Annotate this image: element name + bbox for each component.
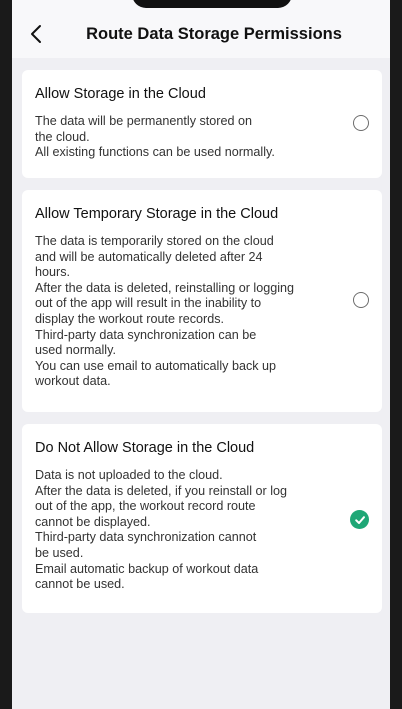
radio-unchecked[interactable] bbox=[353, 292, 369, 308]
description-line: After the data is deleted, reinstalling … bbox=[35, 280, 295, 295]
description-line: All existing functions can be used norma… bbox=[35, 145, 275, 160]
option-description: The data will be permanently stored on t… bbox=[35, 114, 315, 161]
description-line: and will be automatically deleted after … bbox=[35, 249, 263, 264]
description-line: workout data. bbox=[35, 374, 111, 389]
option-title: Allow Temporary Storage in the Cloud bbox=[35, 206, 279, 222]
option-do-not-allow-storage[interactable]: Do Not Allow Storage in the Cloud Data i… bbox=[22, 424, 382, 613]
page-title: Route Data Storage Permissions bbox=[86, 25, 342, 43]
device-notch bbox=[132, 0, 292, 8]
description-line: cannot be displayed. bbox=[35, 514, 151, 529]
description-line: After the data is deleted, if you reinst… bbox=[35, 483, 288, 498]
description-line: You can use email to automatically back … bbox=[35, 358, 277, 373]
check-icon bbox=[354, 515, 365, 524]
option-description: The data is temporarily stored on the cl… bbox=[35, 234, 315, 390]
description-line: out of the app will result in the inabil… bbox=[35, 296, 262, 311]
description-line: cannot be used. bbox=[35, 577, 125, 592]
description-line: Data is not uploaded to the cloud. bbox=[35, 468, 223, 482]
description-line: out of the app, the workout record route bbox=[35, 499, 256, 514]
radio-unchecked[interactable] bbox=[353, 115, 369, 131]
description-line: Email automatic backup of workout data bbox=[35, 561, 259, 576]
description-line: The data is temporarily stored on the cl… bbox=[35, 234, 274, 248]
option-allow-temporary-storage[interactable]: Allow Temporary Storage in the Cloud The… bbox=[22, 190, 382, 412]
description-line: display the workout route records. bbox=[35, 311, 224, 326]
description-line: The data will be permanently stored on bbox=[35, 114, 253, 128]
option-title: Allow Storage in the Cloud bbox=[35, 86, 206, 102]
description-line: hours. bbox=[35, 265, 71, 280]
option-description: Data is not uploaded to the cloud. After… bbox=[35, 468, 315, 593]
screen: Route Data Storage Permissions Allow Sto… bbox=[12, 0, 390, 709]
description-line: used normally. bbox=[35, 343, 116, 358]
option-allow-storage[interactable]: Allow Storage in the Cloud The data will… bbox=[22, 70, 382, 178]
description-line: Third-party data synchronization cannot bbox=[35, 530, 257, 545]
description-line: be used. bbox=[35, 545, 84, 560]
description-line: Third-party data synchronization can be bbox=[35, 327, 257, 342]
option-title: Do Not Allow Storage in the Cloud bbox=[35, 440, 255, 456]
header: Route Data Storage Permissions bbox=[12, 0, 390, 58]
radio-checked[interactable] bbox=[350, 510, 369, 529]
description-line: the cloud. bbox=[35, 129, 90, 144]
